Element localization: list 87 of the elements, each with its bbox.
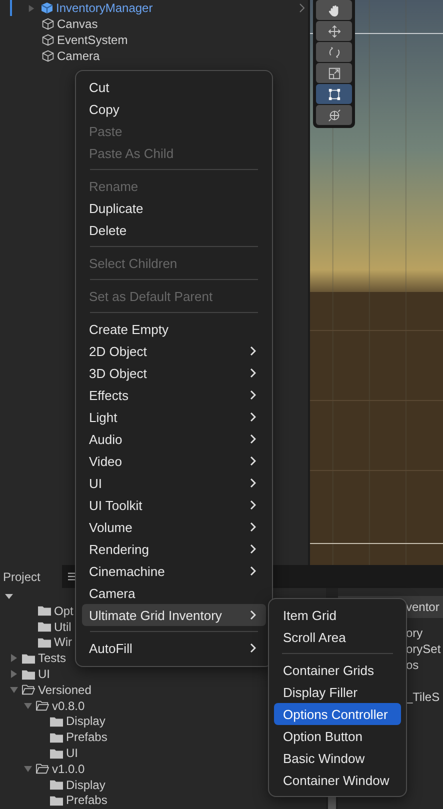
folder-icon — [50, 732, 63, 743]
dropdown-caret-icon[interactable] — [5, 594, 13, 599]
menu-item[interactable]: 2D Object — [82, 340, 266, 362]
folder-item[interactable]: Wir — [54, 635, 72, 650]
folder-icon — [38, 636, 51, 648]
menu-item[interactable]: Display Filler — [274, 681, 401, 703]
open-folder-icon — [36, 763, 49, 774]
hand-tool-button[interactable] — [316, 0, 352, 20]
scale-tool-button[interactable] — [316, 63, 352, 83]
expand-arrow-icon[interactable] — [10, 670, 18, 678]
folder-icon — [50, 748, 63, 759]
chevron-icon[interactable] — [299, 3, 305, 13]
inspector-text: _TileS — [406, 689, 441, 705]
folder-item[interactable]: UI — [38, 667, 50, 682]
inspector-text: orySet — [406, 641, 442, 657]
folder-icon — [50, 779, 63, 790]
menu-item[interactable]: Cinemachine — [82, 560, 266, 582]
menu-item[interactable]: Duplicate — [82, 197, 266, 219]
open-folder-icon — [22, 684, 35, 696]
expand-arrow-icon[interactable] — [24, 702, 32, 710]
cube-icon — [42, 50, 54, 62]
hierarchy-item[interactable]: Canvas — [57, 17, 98, 31]
project-tab[interactable]: Project — [0, 565, 62, 588]
rect-icon — [328, 88, 340, 100]
folder-icon — [38, 605, 51, 616]
folder-icon — [22, 668, 35, 680]
menu-item[interactable]: AutoFill — [82, 637, 266, 659]
hierarchy-item[interactable]: EventSystem — [57, 33, 128, 47]
folder-icon — [38, 621, 51, 632]
menu-item[interactable]: Scroll Area — [274, 626, 401, 648]
hierarchy-item[interactable]: Camera — [57, 49, 100, 63]
menu-item[interactable]: Copy — [82, 98, 266, 120]
menu-item[interactable]: Container Window — [274, 769, 401, 791]
folder-icon — [22, 652, 35, 664]
selection-marker — [10, 0, 12, 16]
move-arrows-icon — [328, 24, 340, 38]
menu-item[interactable]: Ultimate Grid Inventory — [82, 604, 266, 626]
menu-item[interactable]: Option Button — [274, 725, 401, 747]
expand-arrow-icon[interactable] — [24, 764, 32, 773]
menu-item[interactable]: Audio — [82, 428, 266, 450]
inspector-text: ory — [406, 625, 424, 641]
menu-item[interactable]: Video — [82, 450, 266, 472]
menu-item[interactable]: Options Controller — [274, 703, 401, 725]
folder-item[interactable]: Display — [66, 778, 106, 792]
menu-item[interactable]: Effects — [82, 384, 266, 406]
folder-item[interactable]: Prefabs — [66, 730, 108, 744]
transform-tool-button[interactable] — [316, 105, 352, 125]
folder-item[interactable]: UI — [66, 746, 78, 760]
expand-arrow-icon[interactable] — [10, 654, 18, 662]
rotate-icon — [328, 46, 340, 58]
hierarchy-item[interactable]: InventoryManager — [56, 1, 153, 15]
menu-item[interactable]: Volume — [82, 516, 266, 538]
rect-tool-button[interactable] — [316, 84, 352, 104]
expand-arrow-icon[interactable] — [28, 4, 35, 12]
folder-icon — [50, 794, 63, 806]
move-tool-button[interactable] — [316, 21, 352, 41]
folder-item[interactable]: v0.8.0 — [52, 698, 85, 713]
transform-icon — [328, 108, 340, 122]
folder-item[interactable]: Util — [54, 620, 72, 634]
folder-item[interactable]: Tests — [38, 651, 66, 666]
inspector-title: ventor — [406, 600, 440, 614]
menu-item[interactable]: Camera — [82, 582, 266, 604]
open-folder-icon — [36, 700, 49, 712]
rotate-tool-button[interactable] — [316, 42, 352, 62]
menu-item[interactable]: Light — [82, 406, 266, 428]
cube-icon — [42, 18, 54, 30]
menu-item[interactable]: UI Toolkit — [82, 494, 266, 516]
expand-arrow-icon[interactable] — [10, 686, 18, 694]
menu-item[interactable]: Cut — [82, 76, 266, 98]
prefab-cube-icon — [41, 2, 53, 14]
menu-item[interactable]: Basic Window — [274, 747, 401, 769]
scale-icon — [328, 66, 340, 80]
cube-icon — [42, 34, 54, 46]
menu-item[interactable]: Item Grid — [274, 604, 401, 626]
folder-icon — [50, 716, 63, 727]
menu-item[interactable]: UI — [82, 472, 266, 494]
folder-item[interactable]: Prefabs — [66, 793, 108, 808]
folder-item[interactable]: Opt — [54, 604, 74, 618]
menu-item[interactable]: Rendering — [82, 538, 266, 560]
folder-item[interactable]: Display — [66, 714, 106, 728]
menu-item[interactable]: Delete — [82, 219, 266, 241]
folder-item[interactable]: v1.0.0 — [52, 762, 85, 776]
folder-item[interactable]: Versioned — [38, 682, 92, 697]
hand-icon — [328, 4, 340, 16]
menu-item[interactable]: Container Grids — [274, 659, 401, 681]
menu-item[interactable]: Create Empty — [82, 318, 266, 340]
menu-item[interactable]: 3D Object — [82, 362, 266, 384]
